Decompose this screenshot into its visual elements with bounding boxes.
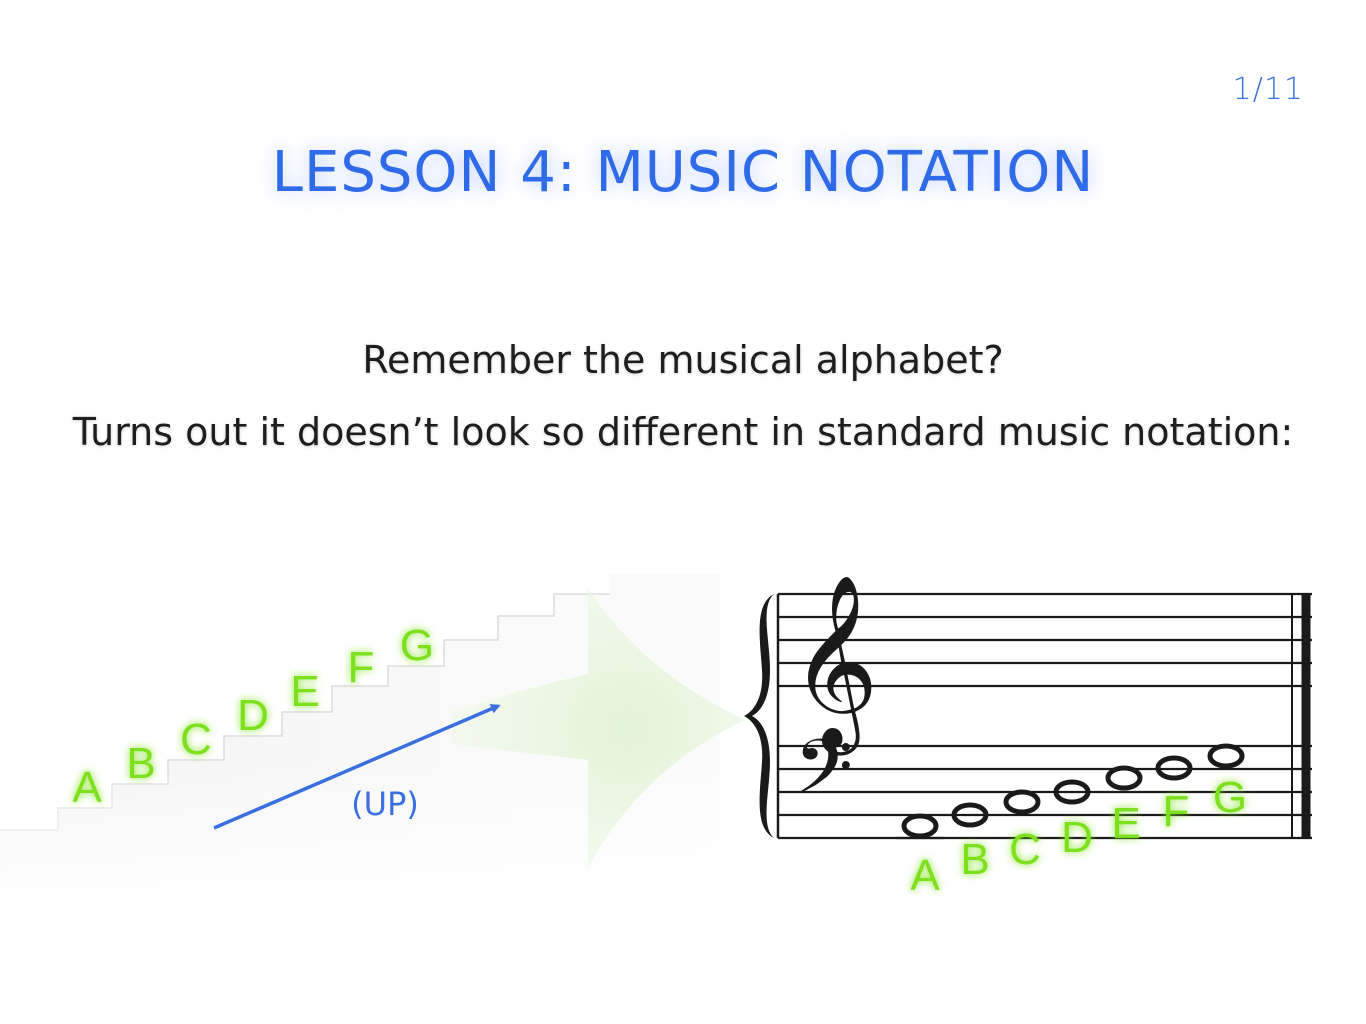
stair-letter-f: F xyxy=(348,643,375,692)
notation-illustration: (UP) A B C D E F G 𝄞 𝄢 A B C D E F G xyxy=(0,574,1312,910)
stair-letter-d: D xyxy=(237,691,269,740)
staff-brace xyxy=(744,594,774,838)
whole-note-g xyxy=(1207,743,1245,769)
whole-note-a xyxy=(901,813,939,839)
up-label: (UP) xyxy=(351,785,419,823)
staff-letter-g: G xyxy=(1213,773,1247,822)
bass-clef: 𝄢 xyxy=(794,723,853,830)
whole-note-c xyxy=(1003,789,1041,815)
whole-note-e xyxy=(1105,765,1143,791)
stair-letter-g: G xyxy=(400,621,434,670)
staff-letter-d: D xyxy=(1061,813,1093,862)
staff-letter-a: A xyxy=(910,851,940,900)
stair-letter-e: E xyxy=(290,667,319,716)
staff-letter-b: B xyxy=(960,835,989,884)
stair-letter-a: A xyxy=(72,763,102,812)
stair-letter-c: C xyxy=(180,715,212,764)
stair-letter-b: B xyxy=(126,739,155,788)
staff-letter-e: E xyxy=(1111,799,1140,848)
staff-letter-f: F xyxy=(1163,787,1190,836)
staff-letter-c: C xyxy=(1009,825,1041,874)
